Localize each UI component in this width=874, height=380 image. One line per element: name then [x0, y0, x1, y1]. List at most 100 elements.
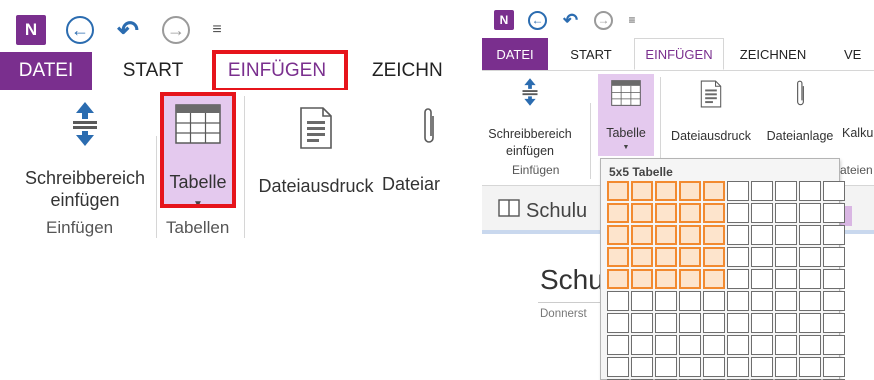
table-grid-cell[interactable] [631, 313, 653, 333]
table-grid-cell[interactable] [751, 313, 773, 333]
table-grid-cell-selected[interactable] [679, 203, 701, 223]
table-grid-cell[interactable] [655, 313, 677, 333]
table-grid-cell-selected[interactable] [679, 247, 701, 267]
table-grid-cell-selected[interactable] [655, 269, 677, 289]
table-grid-cell[interactable] [799, 225, 821, 245]
table-grid-cell-selected[interactable] [631, 203, 653, 223]
table-grid-cell[interactable] [655, 357, 677, 377]
calculator-button[interactable]: Kalku [842, 75, 874, 159]
table-grid-cell[interactable] [703, 357, 725, 377]
table-grid-cell[interactable] [679, 313, 701, 333]
table-grid-cell[interactable] [799, 181, 821, 201]
table-grid-cell[interactable] [727, 335, 749, 355]
table-grid-cell[interactable] [775, 291, 797, 311]
table-grid-cell-selected[interactable] [655, 225, 677, 245]
table-grid-cell[interactable] [775, 269, 797, 289]
table-grid-cell-selected[interactable] [703, 203, 725, 223]
table-grid-cell[interactable] [727, 313, 749, 333]
onenote-logo-icon[interactable]: N [494, 10, 514, 30]
table-grid-cell-selected[interactable] [703, 181, 725, 201]
table-grid-cell[interactable] [751, 225, 773, 245]
customize-qat-icon[interactable]: ≡ [627, 11, 637, 30]
table-grid-cell[interactable] [823, 225, 845, 245]
table-grid-cell[interactable] [823, 357, 845, 377]
table-grid-cell[interactable] [607, 357, 629, 377]
tab-view[interactable]: VE [822, 38, 874, 70]
table-grid-cell[interactable] [727, 203, 749, 223]
table-grid-cell[interactable] [607, 313, 629, 333]
file-printout-button[interactable]: Dateiausdruck [252, 94, 380, 212]
table-grid-cell[interactable] [775, 203, 797, 223]
back-icon[interactable]: ← [528, 10, 547, 30]
table-grid-cell[interactable] [703, 313, 725, 333]
table-grid-cell-selected[interactable] [679, 181, 701, 201]
table-grid-cell[interactable] [775, 225, 797, 245]
insert-space-button[interactable]: Schreibbereich einfügen [484, 75, 576, 159]
table-grid-cell-selected[interactable] [655, 247, 677, 267]
table-grid-cell[interactable] [799, 291, 821, 311]
table-grid-cell[interactable] [751, 269, 773, 289]
table-grid-cell[interactable] [799, 203, 821, 223]
table-grid-cell-selected[interactable] [655, 203, 677, 223]
forward-icon[interactable]: → [594, 10, 613, 30]
table-grid-cell[interactable] [799, 269, 821, 289]
table-grid-cell[interactable] [679, 291, 701, 311]
table-grid-cell-selected[interactable] [703, 225, 725, 245]
table-grid-cell[interactable] [727, 269, 749, 289]
back-icon[interactable]: ← [66, 16, 94, 44]
table-grid-cell[interactable] [727, 247, 749, 267]
table-grid-cell-selected[interactable] [607, 181, 629, 201]
tab-draw[interactable]: ZEICHN [340, 52, 444, 90]
table-grid-cell[interactable] [631, 335, 653, 355]
table-grid-cell-selected[interactable] [631, 269, 653, 289]
table-grid-cell[interactable] [727, 357, 749, 377]
table-grid-cell-selected[interactable] [703, 247, 725, 267]
table-grid-cell-selected[interactable] [607, 203, 629, 223]
table-grid-cell[interactable] [727, 225, 749, 245]
tab-start[interactable]: START [92, 52, 214, 90]
table-grid-cell[interactable] [775, 181, 797, 201]
file-attachment-button[interactable]: Dateianlage [760, 75, 840, 159]
table-grid-cell[interactable] [775, 335, 797, 355]
table-grid-cell[interactable] [823, 247, 845, 267]
table-grid-cell[interactable] [655, 335, 677, 355]
table-grid-cell-selected[interactable] [679, 269, 701, 289]
table-grid-cell-selected[interactable] [703, 269, 725, 289]
table-grid-cell[interactable] [823, 181, 845, 201]
table-button[interactable]: Tabelle ▼ [598, 74, 654, 156]
table-grid-cell[interactable] [607, 335, 629, 355]
file-attachment-button[interactable]: Dateiar [382, 94, 444, 212]
table-grid-cell[interactable] [823, 203, 845, 223]
table-grid-cell-selected[interactable] [679, 225, 701, 245]
tab-start[interactable]: START [548, 38, 634, 70]
table-grid-cell-selected[interactable] [655, 181, 677, 201]
onenote-logo-icon[interactable]: N [16, 15, 46, 45]
table-grid-cell[interactable] [679, 335, 701, 355]
customize-qat-icon[interactable]: ≡ [210, 16, 224, 44]
tab-file[interactable]: DATEI [0, 52, 92, 90]
insert-space-button[interactable]: Schreibbereich einfügen [16, 94, 154, 212]
table-grid-cell[interactable] [799, 247, 821, 267]
table-grid-cell-selected[interactable] [631, 247, 653, 267]
table-grid-cell[interactable] [775, 313, 797, 333]
table-grid-cell[interactable] [823, 313, 845, 333]
tab-file[interactable]: DATEI [482, 38, 548, 70]
table-grid-cell[interactable] [799, 335, 821, 355]
table-grid-cell[interactable] [631, 291, 653, 311]
table-grid-cell[interactable] [823, 335, 845, 355]
forward-icon[interactable]: → [162, 16, 190, 44]
table-grid-cell[interactable] [799, 357, 821, 377]
table-grid-cell[interactable] [775, 357, 797, 377]
table-grid-cell[interactable] [655, 291, 677, 311]
table-grid-cell[interactable] [751, 357, 773, 377]
table-grid-cell[interactable] [751, 203, 773, 223]
table-grid-cell[interactable] [823, 291, 845, 311]
table-grid-cell-selected[interactable] [607, 269, 629, 289]
table-grid-cell[interactable] [679, 357, 701, 377]
table-grid-cell[interactable] [751, 181, 773, 201]
table-grid-cell[interactable] [823, 269, 845, 289]
table-grid-cell[interactable] [607, 291, 629, 311]
table-grid-cell[interactable] [631, 357, 653, 377]
table-grid-cell[interactable] [703, 335, 725, 355]
table-grid-cell[interactable] [751, 291, 773, 311]
